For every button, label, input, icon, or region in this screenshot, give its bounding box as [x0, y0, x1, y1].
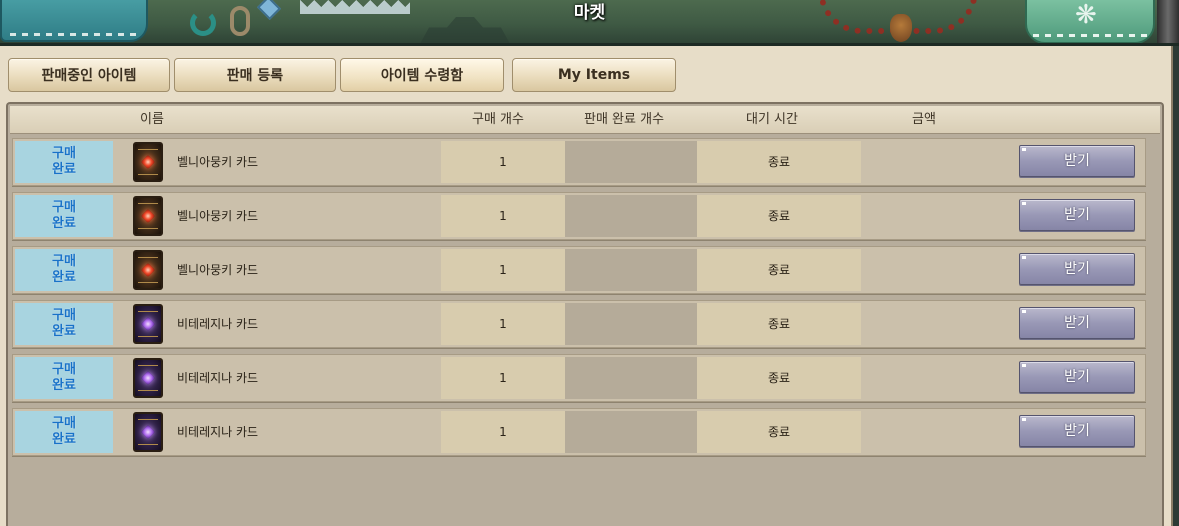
purple-gem-card-icon [133, 358, 163, 398]
table-row: 구매 완료 벨니아뭉키 카드 1 종료 받기 [12, 138, 1146, 186]
status-line-2: 완료 [52, 378, 76, 393]
column-header-sold-count: 판매 완료 개수 [584, 112, 665, 127]
status-badge: 구매 완료 [15, 357, 113, 399]
status-line-1: 구매 [52, 200, 76, 215]
status-line-1: 구매 [52, 308, 76, 323]
buy-count-cell: 1 [441, 249, 565, 291]
purple-gem-card-icon [133, 304, 163, 344]
amount-cell: 받기 [861, 411, 1145, 453]
sold-count-cell [565, 411, 697, 453]
receive-button[interactable]: 받기 [1019, 199, 1135, 231]
item-name-cell: 비테레지나 카드 [113, 411, 441, 453]
amount-cell: 받기 [861, 357, 1145, 399]
status-line-2: 완료 [52, 216, 76, 231]
buy-count-cell: 1 [441, 141, 565, 183]
amount-cell: 받기 [861, 195, 1145, 237]
item-name: 벨니아뭉키 카드 [177, 155, 259, 169]
tab-item-inbox[interactable]: 아이템 수령함 [340, 58, 504, 92]
item-name: 비테레지나 카드 [177, 425, 259, 439]
wait-time-cell: 종료 [697, 195, 861, 237]
red-gem-card-icon [133, 196, 163, 236]
item-name-cell: 벨니아뭉키 카드 [113, 141, 441, 183]
sold-count-cell [565, 195, 697, 237]
tab-items-on-sale[interactable]: 판매중인 아이템 [8, 58, 170, 92]
table-row: 구매 완료 비테레지나 카드 1 종료 받기 [12, 354, 1146, 402]
wait-time-cell: 종료 [697, 357, 861, 399]
status-line-1: 구매 [52, 416, 76, 431]
red-gem-card-icon [133, 250, 163, 290]
buy-count-cell: 1 [441, 357, 565, 399]
receive-button[interactable]: 받기 [1019, 307, 1135, 339]
table-row: 구매 완료 비테레지나 카드 1 종료 받기 [12, 408, 1146, 456]
item-name-cell: 비테레지나 카드 [113, 357, 441, 399]
receive-button[interactable]: 받기 [1019, 415, 1135, 447]
status-line-1: 구매 [52, 362, 76, 377]
status-line-2: 완료 [52, 324, 76, 339]
item-name-cell: 벨니아뭉키 카드 [113, 195, 441, 237]
sold-count-cell [565, 357, 697, 399]
wait-time-cell: 종료 [697, 411, 861, 453]
item-name-cell: 벨니아뭉키 카드 [113, 249, 441, 291]
purple-gem-card-icon [133, 412, 163, 452]
buy-count-cell: 1 [441, 195, 565, 237]
column-header-buy-count: 구매 개수 [472, 112, 524, 127]
buy-count-cell: 1 [441, 303, 565, 345]
sold-count-cell [565, 249, 697, 291]
amount-cell: 받기 [861, 303, 1145, 345]
tab-bar: 판매중인 아이템 판매 등록 아이템 수령함 My Items [8, 58, 676, 92]
item-name: 벨니아뭉키 카드 [177, 209, 259, 223]
wait-time-cell: 종료 [697, 141, 861, 183]
status-badge: 구매 완료 [15, 303, 113, 345]
receive-button[interactable]: 받기 [1019, 253, 1135, 285]
buy-count-cell: 1 [441, 411, 565, 453]
market-header-banner: 마켓 [0, 0, 1179, 46]
status-line-2: 완료 [52, 432, 76, 447]
item-inbox-list: 이름 구매 개수 판매 완료 개수 대기 시간 금액 구매 완료 벨니아뭉키 카… [6, 102, 1164, 526]
sold-count-cell [565, 303, 697, 345]
red-gem-card-icon [133, 142, 163, 182]
table-row: 구매 완료 벨니아뭉키 카드 1 종료 받기 [12, 246, 1146, 294]
amount-cell: 받기 [861, 141, 1145, 183]
column-header-wait-time: 대기 시간 [746, 112, 798, 127]
wait-time-cell: 종료 [697, 249, 861, 291]
status-badge: 구매 완료 [15, 249, 113, 291]
receive-button[interactable]: 받기 [1019, 361, 1135, 393]
tab-my-items[interactable]: My Items [512, 58, 676, 92]
item-name: 벨니아뭉키 카드 [177, 263, 259, 277]
item-name: 비테레지나 카드 [177, 371, 259, 385]
status-line-1: 구매 [52, 254, 76, 269]
status-line-1: 구매 [52, 146, 76, 161]
item-name-cell: 비테레지나 카드 [113, 303, 441, 345]
column-header-amount: 금액 [912, 112, 936, 127]
amount-cell: 받기 [861, 249, 1145, 291]
item-name: 비테레지나 카드 [177, 317, 259, 331]
status-line-2: 완료 [52, 270, 76, 285]
receive-button[interactable]: 받기 [1019, 145, 1135, 177]
column-header-name: 이름 [140, 112, 164, 127]
column-header-row: 이름 구매 개수 판매 완료 개수 대기 시간 금액 [10, 106, 1160, 134]
tab-register-sale[interactable]: 판매 등록 [174, 58, 336, 92]
status-badge: 구매 완료 [15, 411, 113, 453]
status-badge: 구매 완료 [15, 141, 113, 183]
window-title: 마켓 [573, 3, 606, 23]
status-badge: 구매 완료 [15, 195, 113, 237]
rows-container: 구매 완료 벨니아뭉키 카드 1 종료 받기 구매 완료 벨니아뭉키 카드 1 … [12, 138, 1146, 462]
table-row: 구매 완료 벨니아뭉키 카드 1 종료 받기 [12, 192, 1146, 240]
status-line-2: 완료 [52, 162, 76, 177]
sold-count-cell [565, 141, 697, 183]
table-row: 구매 완료 비테레지나 카드 1 종료 받기 [12, 300, 1146, 348]
wait-time-cell: 종료 [697, 303, 861, 345]
market-panel: 판매중인 아이템 판매 등록 아이템 수령함 My Items 이름 구매 개수… [0, 46, 1173, 526]
